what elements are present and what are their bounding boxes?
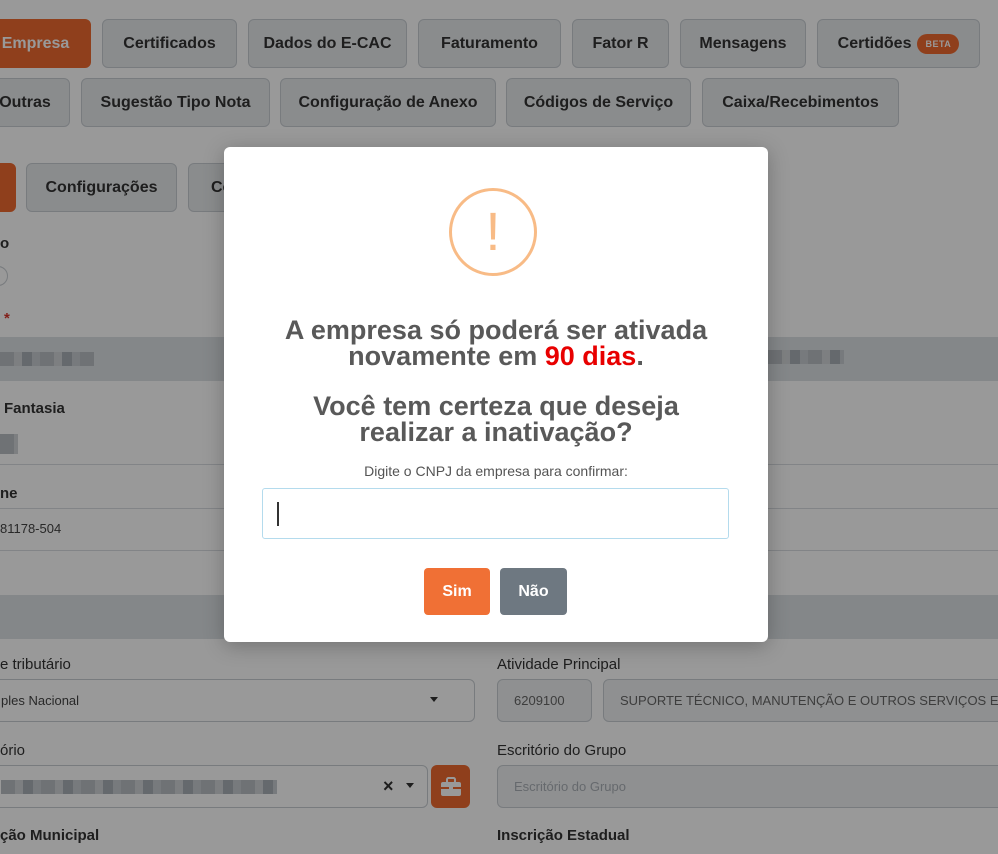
warning-glyph: ! [485,202,501,262]
title-line-2-end: . [636,341,644,371]
confirm-button[interactable]: Sim [424,568,490,615]
title-line-1: A empresa só poderá ser ativada [284,315,708,345]
title-line-2: novamente em 90 dias. [244,341,748,371]
confirm-dialog: ! A empresa só poderá ser ativada novame… [224,147,768,642]
question-line-1: Você tem certeza que deseja [313,391,679,421]
question-line-2: realizar a inativação? [359,417,633,447]
cancel-button[interactable]: Não [500,568,567,615]
text-cursor [277,502,279,526]
cnpj-input[interactable] [262,488,729,539]
days-highlight: 90 dias [544,341,637,371]
warning-icon: ! [449,188,537,276]
dialog-title: A empresa só poderá ser ativada novament… [244,315,748,371]
title-line-2-text: novamente em [348,341,545,371]
dialog-question: Você tem certeza que deseja realizar a i… [244,391,748,447]
cnpj-input-label: Digite o CNPJ da empresa para confirmar: [364,463,628,479]
